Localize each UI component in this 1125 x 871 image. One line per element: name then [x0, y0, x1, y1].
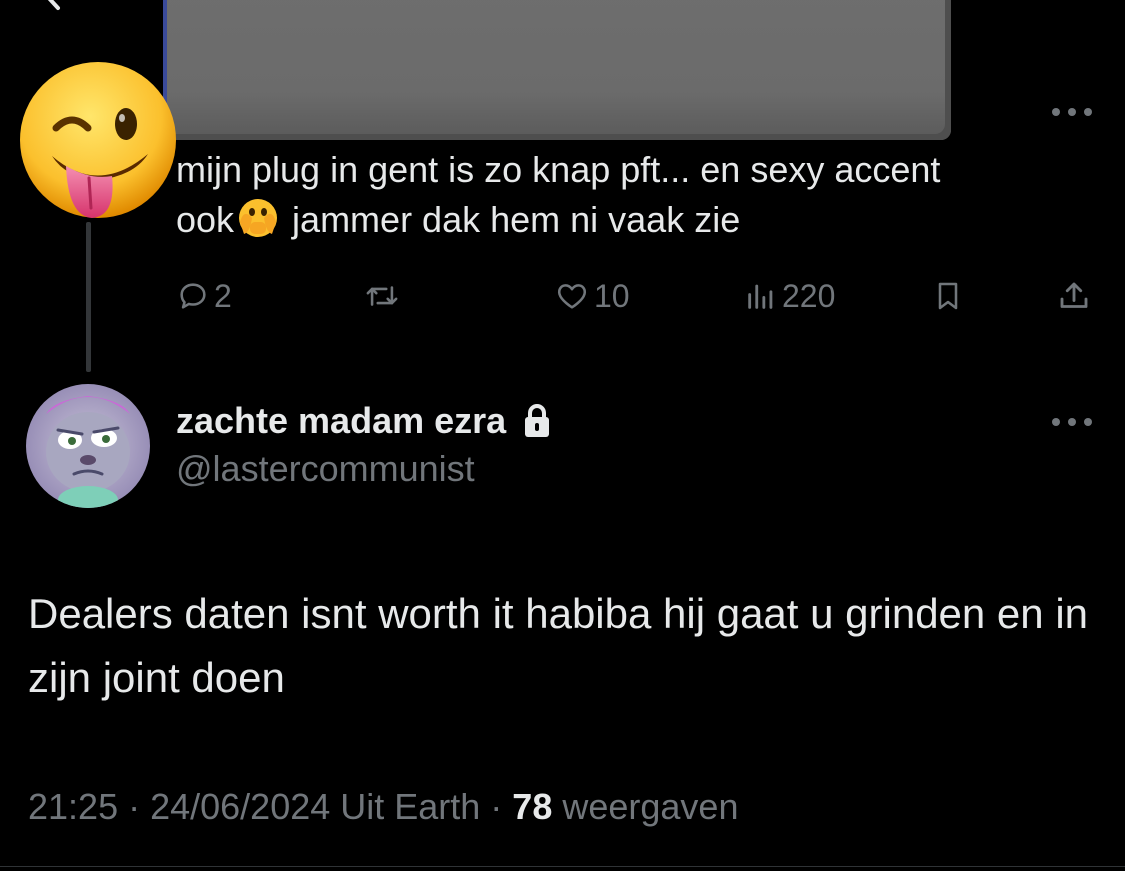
bookmark-icon	[938, 282, 958, 310]
like-button[interactable]: 10	[554, 274, 630, 318]
quoted-tweet-line1: mijn plug in gent is zo knap pft... en s…	[176, 149, 941, 190]
quoted-media-image[interactable]	[163, 0, 951, 140]
share-button[interactable]	[1056, 274, 1092, 318]
face-with-hand-over-mouth-icon	[234, 196, 282, 240]
retweet-icon	[366, 286, 398, 306]
tweet-text: Dealers daten isnt worth it habiba hij g…	[28, 590, 1089, 701]
reply-button[interactable]: 2	[176, 274, 232, 318]
more-options-icon[interactable]	[1050, 105, 1094, 119]
avatar[interactable]	[26, 384, 150, 508]
winking-face-with-tongue-icon[interactable]	[14, 58, 182, 226]
like-count: 10	[594, 277, 630, 314]
reply-icon	[180, 283, 206, 309]
quoted-tweet-text: mijn plug in gent is zo knap pft... en s…	[176, 145, 1106, 245]
reply-count: 2	[214, 277, 232, 314]
display-name[interactable]: zachte madam ezra	[176, 400, 552, 442]
heart-icon	[557, 284, 587, 309]
tweet-metadata: 21:25 · 24/06/2024 Uit Earth · 78 weerga…	[28, 786, 738, 828]
views-button[interactable]: 220	[744, 274, 835, 318]
lock-icon	[525, 404, 550, 437]
retweet-button[interactable]	[364, 274, 404, 318]
back-arrow-icon[interactable]	[36, 0, 70, 12]
quoted-tweet-line2-end: jammer dak hem ni vaak zie	[282, 199, 741, 240]
tweet-action-bar: 2 10 220	[176, 274, 1096, 318]
share-icon	[1060, 282, 1088, 308]
more-options-icon[interactable]	[1050, 415, 1094, 429]
views-bar-chart-icon	[748, 284, 773, 309]
quoted-tweet-line2-start: ook	[176, 199, 235, 240]
thread-connector-line	[86, 222, 91, 372]
tweet-views-label: weergaven	[552, 786, 739, 827]
tweet-timestamp[interactable]: 21:25 · 24/06/2024 Uit Earth ·	[28, 786, 512, 827]
user-handle[interactable]: @lastercommunist	[176, 448, 475, 490]
tweet-detail-page: mijn plug in gent is zo knap pft... en s…	[0, 0, 1125, 871]
tweet-views-count: 78	[512, 786, 553, 827]
divider	[0, 866, 1125, 867]
display-name-text: zachte madam ezra	[176, 400, 507, 441]
bookmark-button[interactable]	[932, 274, 964, 318]
views-count: 220	[782, 277, 836, 314]
